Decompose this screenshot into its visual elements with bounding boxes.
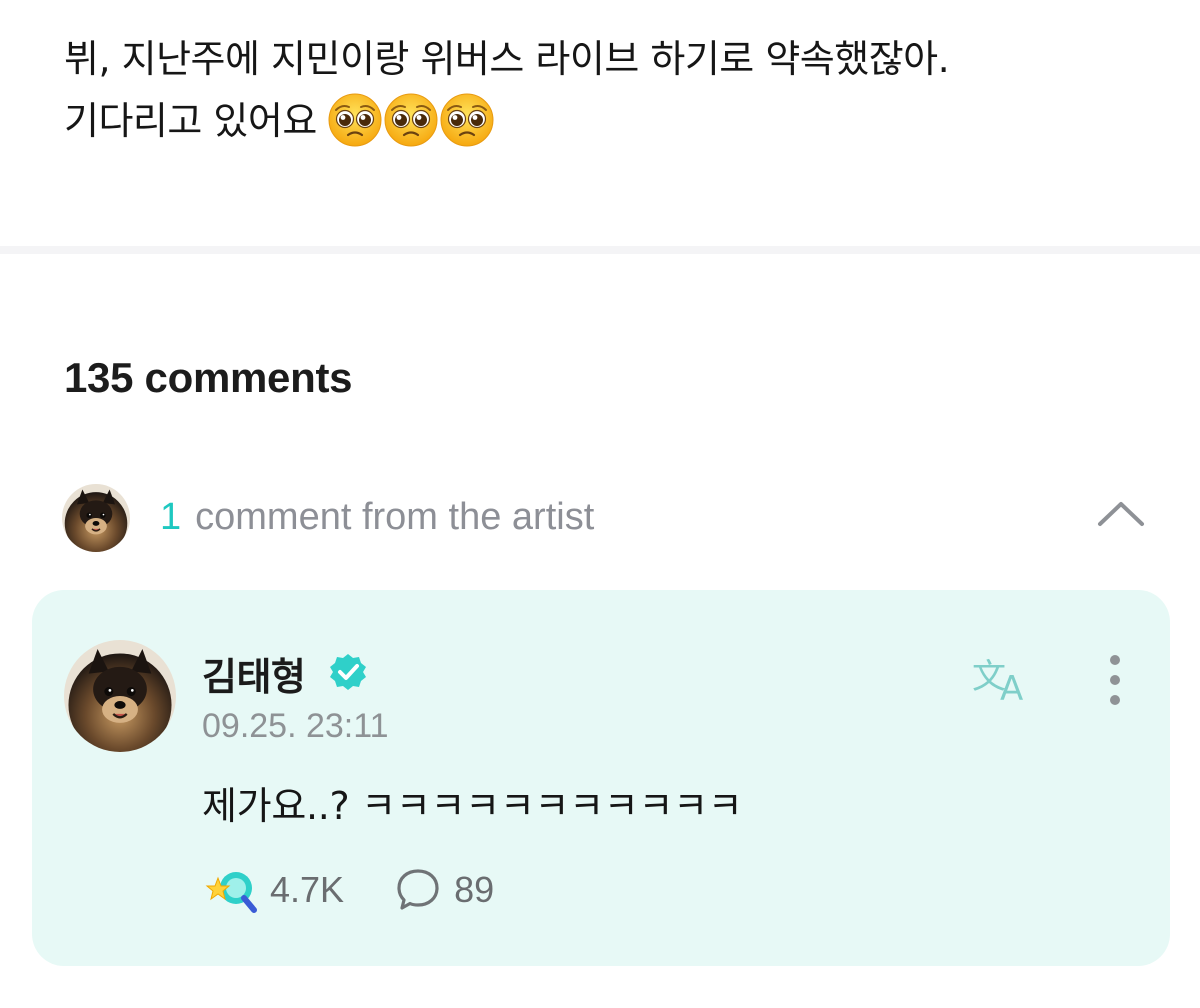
section-divider	[0, 246, 1200, 254]
artist-comment-text: comment from the artist	[195, 496, 595, 538]
pleading-face-icon	[327, 92, 383, 148]
artist-avatar-small[interactable]	[62, 484, 130, 552]
artist-comments-header[interactable]: 1 comment from the artist	[62, 484, 1152, 552]
comment-timestamp: 09.25. 23:11	[202, 707, 389, 745]
more-vertical-icon[interactable]	[1100, 652, 1130, 708]
pomeranian-avatar-image	[62, 484, 130, 552]
comment-actions: 4.7K 89	[204, 862, 494, 918]
post-text-line-1: 뷔, 지난주에 지민이랑 위버스 라이브 하기로 약속했잖아.	[64, 37, 950, 81]
like-count: 4.7K	[270, 869, 345, 910]
speech-bubble-icon	[397, 869, 439, 910]
star-cheer-icon	[205, 872, 257, 913]
emoji-group	[327, 92, 495, 148]
reply-count: 89	[454, 869, 495, 910]
chevron-up-icon[interactable]	[1096, 494, 1146, 534]
comment-text: 제가요..? ㅋㅋㅋㅋㅋㅋㅋㅋㅋㅋㅋ	[202, 784, 743, 828]
translate-icon[interactable]: 文 A	[970, 652, 1038, 704]
like-button[interactable]: 4.7K	[204, 864, 344, 916]
pleading-face-icon	[383, 92, 439, 148]
pomeranian-avatar-image	[64, 640, 176, 752]
post-body: 뷔, 지난주에 지민이랑 위버스 라이브 하기로 약속했잖아. 기다리고 있어요	[64, 28, 1164, 152]
comments-count-heading: 135 comments	[64, 354, 353, 401]
pleading-face-icon	[439, 92, 495, 148]
post-text-line-2: 기다리고 있어요	[64, 90, 1164, 152]
artist-comments-label[interactable]: 1 comment from the artist	[160, 496, 594, 539]
svg-text:A: A	[1000, 669, 1023, 704]
verified-badge-icon	[330, 654, 366, 690]
post-text-line-2-text: 기다리고 있어요	[64, 99, 317, 143]
artist-comment-card: 김태형 09.25. 23:11 제가요..? ㅋㅋㅋㅋㅋㅋㅋㅋㅋㅋㅋ 文 A …	[32, 590, 1170, 966]
author-avatar[interactable]	[64, 640, 176, 752]
reply-button[interactable]: 89	[344, 866, 494, 914]
author-name[interactable]: 김태형	[202, 646, 306, 701]
artist-comment-count: 1	[160, 496, 182, 538]
